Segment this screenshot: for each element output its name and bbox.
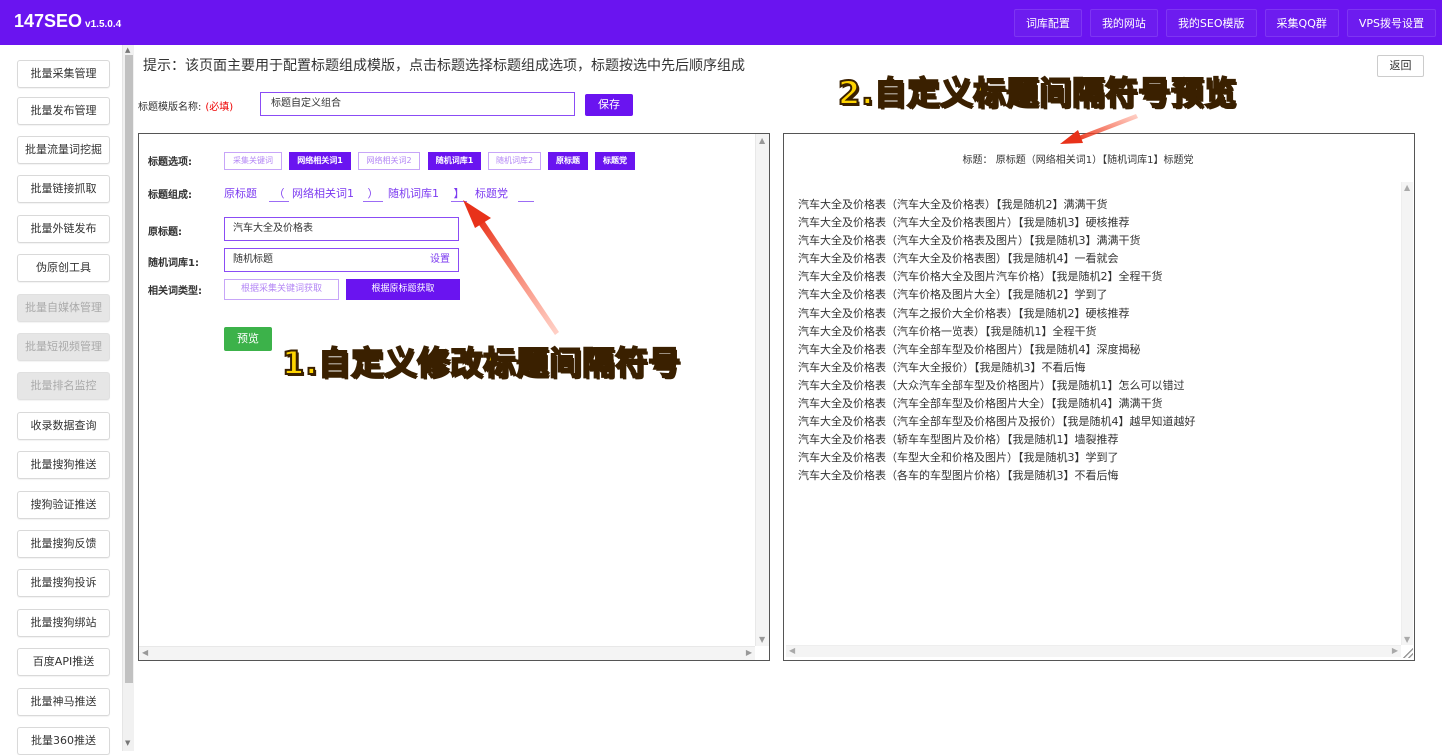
- tag-random-lib-1[interactable]: 随机词库1: [428, 152, 481, 170]
- scroll-right-icon[interactable]: ▶: [1392, 646, 1398, 655]
- sidebar-item-sogou-bind[interactable]: 批量搜狗绑站: [17, 609, 110, 637]
- result-line: 汽车大全及价格表（汽车大全及价格表图片）【我是随机3】硬核推荐: [798, 216, 1130, 230]
- random-lib-value: 随机标题: [233, 254, 273, 265]
- result-line: 汽车大全及价格表（汽车之报价大全价格表）【我是随机2】硬核推荐: [798, 306, 1130, 320]
- tag-random-lib-2[interactable]: 随机词库2: [488, 152, 541, 170]
- sidebar-item-shenma-push[interactable]: 批量神马推送: [17, 688, 110, 716]
- tag-clickbait[interactable]: 标题党: [595, 152, 635, 170]
- result-line: 汽车大全及价格表（大众汽车全部车型及价格图片）【我是随机1】怎么可以错过: [798, 378, 1185, 392]
- original-title-input[interactable]: 汽车大全及价格表: [224, 217, 459, 241]
- sidebar-item-pseudo-original[interactable]: 伪原创工具: [17, 254, 110, 282]
- nav-lexicon-config[interactable]: 词库配置: [1013, 9, 1082, 37]
- app-version: v1.5.0.4: [85, 19, 122, 30]
- result-line: 汽车大全及价格表（汽车大全及价格表）【我是随机2】满满干货: [798, 198, 1108, 211]
- sidebar-item-batch-collect[interactable]: 批量采集管理: [17, 60, 110, 88]
- random-lib-label: 随机词库1:: [148, 258, 199, 269]
- tag-collect-keyword[interactable]: 采集关键词: [224, 152, 282, 170]
- results-vscroll[interactable]: ▲ ▼: [1401, 182, 1413, 645]
- sidebar-item-sogou-verify[interactable]: 搜狗验证推送: [17, 491, 110, 519]
- sidebar-item-backlink-publish[interactable]: 批量外链发布: [17, 215, 110, 243]
- annotation-arrow-1-icon: [463, 200, 559, 335]
- result-line: 汽车大全及价格表（汽车全部车型及价格图片大全）【我是随机4】满满干货: [798, 397, 1163, 411]
- result-line: 汽车大全及价格表（轿车车型图片及价格）【我是随机1】墙裂推荐: [798, 433, 1119, 447]
- sidebar-item-rank-monitor[interactable]: 批量排名监控: [17, 372, 110, 400]
- sidebar-item-sogou-feedback[interactable]: 批量搜狗反馈: [17, 530, 110, 558]
- template-name-input[interactable]: 标题自定义组合: [260, 92, 575, 116]
- sidebar-scrollbar[interactable]: ▲ ▼: [122, 45, 134, 751]
- scroll-right-icon[interactable]: ▶: [746, 648, 752, 657]
- nav-seo-templates[interactable]: 我的SEO模版: [1165, 9, 1257, 37]
- app-brand: 147SEO v1.5.0.4: [14, 11, 121, 32]
- sidebar-item-traffic-words[interactable]: 批量流量词挖掘: [17, 136, 110, 164]
- scroll-left-icon[interactable]: ◀: [789, 646, 795, 655]
- preview-button[interactable]: 预览: [224, 327, 272, 351]
- scroll-left-icon[interactable]: ◀: [142, 648, 148, 657]
- results-list: 汽车大全及价格表（汽车大全及价格表）【我是随机2】满满干货 汽车大全及价格表（汽…: [798, 196, 1196, 486]
- sidebar: 批量采集管理 批量发布管理 批量流量词挖掘 批量链接抓取 批量外链发布 伪原创工…: [0, 45, 122, 755]
- annotation-callout-1: 1.自定义修改标题间隔符号: [281, 343, 682, 383]
- preview-title: 标题： 原标题（网络相关词1）【随机词库1】标题党: [962, 155, 1194, 166]
- top-bar: 147SEO v1.5.0.4 词库配置 我的网站 我的SEO模版 采集QQ群 V…: [0, 0, 1442, 45]
- nav-qq-group[interactable]: 采集QQ群: [1264, 9, 1339, 37]
- config-panel-hscroll[interactable]: ◀ ▶: [139, 646, 755, 660]
- tag-net-related-1[interactable]: 网络相关词1: [289, 152, 351, 170]
- nav-my-sites[interactable]: 我的网站: [1089, 9, 1158, 37]
- template-name-label: 标题模版名称: (必填): [138, 102, 234, 113]
- composition-part: 原标题: [224, 187, 257, 200]
- tag-original-title[interactable]: 原标题: [548, 152, 588, 170]
- scroll-down-icon[interactable]: ▼: [759, 635, 765, 644]
- scrollbar-thumb[interactable]: [125, 55, 133, 683]
- related-by-title-button[interactable]: 根据原标题获取: [346, 279, 460, 300]
- result-line: 汽车大全及价格表（汽车大全及价格表及图片）【我是随机3】满满干货: [798, 234, 1141, 248]
- top-nav: 词库配置 我的网站 我的SEO模版 采集QQ群 VPS拨号设置: [1013, 9, 1436, 37]
- sidebar-item-sogou-push[interactable]: 批量搜狗推送: [17, 451, 110, 479]
- composition-label: 标题组成:: [148, 190, 192, 201]
- sidebar-item-batch-publish[interactable]: 批量发布管理: [17, 97, 110, 125]
- sidebar-item-sogou-complaint[interactable]: 批量搜狗投诉: [17, 569, 110, 597]
- app-name: 147SEO: [14, 11, 83, 31]
- results-hscroll[interactable]: ◀ ▶: [786, 645, 1401, 657]
- required-mark: (必填): [205, 102, 234, 113]
- config-panel-vscroll[interactable]: ▲ ▼: [755, 134, 769, 646]
- sidebar-item-self-media[interactable]: 批量自媒体管理: [17, 294, 110, 322]
- result-line: 汽车大全及价格表（汽车全部车型及价格图片）【我是随机4】深度揭秘: [798, 342, 1141, 356]
- nav-vps-dialup[interactable]: VPS拨号设置: [1346, 9, 1436, 37]
- related-by-keyword-button[interactable]: 根据采集关键词获取: [224, 279, 339, 300]
- result-line: 汽车大全及价格表（汽车全部车型及价格图片及报价）【我是随机4】越早知道越好: [798, 415, 1196, 429]
- composition-part: 网络相关词1: [292, 187, 354, 200]
- config-panel: ▲ ▼ ◀ ▶: [138, 133, 770, 661]
- tag-net-related-2[interactable]: 网络相关词2: [358, 152, 420, 170]
- annotation-callout-2: 2.自定义标题间隔符号预览: [837, 73, 1238, 113]
- result-line: 汽车大全及价格表（车型大全和价格及图片）【我是随机3】学到了: [798, 451, 1119, 465]
- save-button[interactable]: 保存: [585, 94, 633, 116]
- scroll-down-icon[interactable]: ▼: [125, 739, 130, 747]
- back-button[interactable]: 返回: [1377, 55, 1424, 77]
- annotation-arrow-2-icon: [1060, 114, 1138, 144]
- sidebar-item-baidu-api[interactable]: 百度API推送: [17, 648, 110, 676]
- result-line: 汽车大全及价格表（汽车价格一览表）【我是随机1】全程干货: [798, 324, 1097, 338]
- result-line: 汽车大全及价格表（汽车大全报价）【我是随机3】不看后悔: [798, 360, 1086, 374]
- related-type-label: 相关词类型:: [148, 286, 202, 297]
- result-line: 汽车大全及价格表（汽车价格大全及图片汽车价格）【我是随机2】全程干货: [798, 270, 1163, 284]
- separator-input[interactable]: （: [269, 185, 289, 202]
- separator-input[interactable]: ）: [363, 185, 383, 202]
- page-tip: 提示：该页面主要用于配置标题组成模版，点击标题选择标题组成选项，标题按选中先后顺…: [143, 58, 745, 74]
- sidebar-item-index-query[interactable]: 收录数据查询: [17, 412, 110, 440]
- random-lib-field[interactable]: 随机标题 设置: [224, 248, 459, 272]
- sidebar-item-short-video[interactable]: 批量短视频管理: [17, 333, 110, 361]
- result-line: 汽车大全及价格表（汽车价格及图片大全）【我是随机2】学到了: [798, 288, 1108, 302]
- sidebar-item-link-crawl[interactable]: 批量链接抓取: [17, 175, 110, 203]
- title-options-label: 标题选项:: [148, 157, 192, 168]
- scroll-down-icon[interactable]: ▼: [1404, 635, 1410, 644]
- scroll-up-icon[interactable]: ▲: [759, 136, 765, 145]
- result-line: 汽车大全及价格表（汽车大全及价格表图）【我是随机4】一看就会: [798, 252, 1119, 266]
- scroll-up-icon[interactable]: ▲: [125, 46, 130, 54]
- original-title-label: 原标题:: [148, 227, 182, 238]
- resize-handle-icon[interactable]: [1403, 648, 1413, 658]
- composition-part: 随机词库1: [388, 187, 439, 200]
- random-lib-setting-link[interactable]: 设置: [430, 249, 450, 271]
- scroll-up-icon[interactable]: ▲: [1404, 183, 1410, 192]
- result-line: 汽车大全及价格表（各车的车型图片价格）【我是随机3】不看后悔: [798, 469, 1119, 483]
